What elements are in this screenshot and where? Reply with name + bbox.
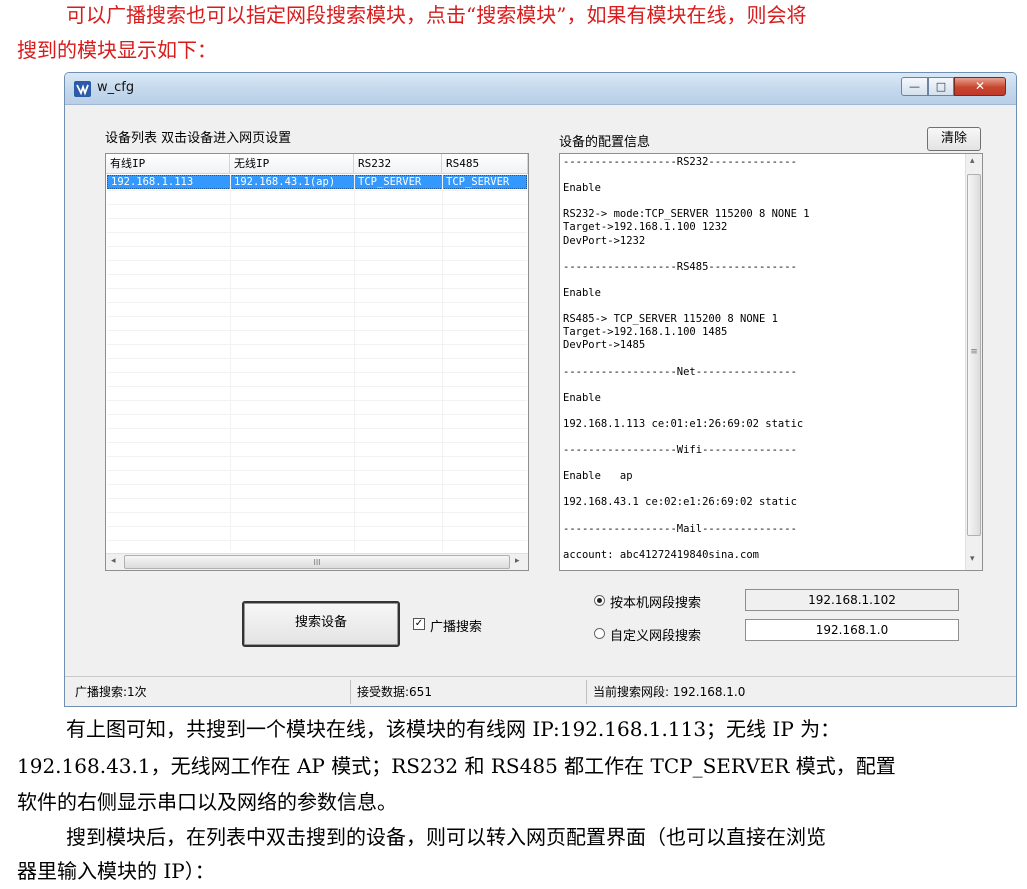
doc-para1-line-2: 192.168.43.1，无线网工作在 AP 模式；RS232 和 RS485 … [17,754,896,778]
list-gridline [107,414,527,415]
cell-wired-ip: 192.168.1.113 [108,176,231,189]
window-title: w_cfg [97,80,135,95]
list-gridline [107,288,527,289]
column-header-rs485[interactable]: RS485 [442,154,528,174]
vscroll-thumb[interactable]: ≡ [967,174,981,536]
status-current-segment: 当前搜索网段: 192.168.1.0 [593,685,746,699]
list-gridline [107,428,527,429]
doc-para2-line-2: 器里输入模块的 IP）： [17,859,215,883]
list-gridline [107,316,527,317]
config-info-text: ------------------RS232-------------- En… [563,156,810,561]
column-header-wired-ip[interactable]: 有线IP [106,154,230,174]
config-info-label: 设备的配置信息 [559,135,651,150]
custom-segment-input[interactable]: 192.168.1.0 [745,619,959,641]
radio-custom-segment[interactable] [594,628,605,639]
list-column-gridline [442,175,443,551]
list-gridline [107,358,527,359]
doc-intro-line-2: 搜到的模块显示如下： [17,38,217,62]
title-bar[interactable]: w_cfg — □ ✕ [65,73,1016,105]
list-gridline [107,302,527,303]
scroll-down-arrow-icon[interactable]: ▾ [970,554,975,564]
close-button[interactable]: ✕ [954,77,1006,96]
clear-button[interactable]: 清除 [927,127,981,151]
list-gridline [107,386,527,387]
scroll-up-arrow-icon[interactable]: ▴ [970,156,975,166]
cell-rs232: TCP_SERVER [355,176,443,189]
radio-local-segment-label[interactable]: 按本机网段搜索 [610,592,701,611]
app-icon [74,81,91,97]
list-gridline [107,274,527,275]
list-gridline [107,540,527,541]
list-gridline [107,442,527,443]
broadcast-checkbox[interactable]: ✓ [413,618,425,630]
minimize-button[interactable]: — [901,77,928,96]
device-list-header: 有线IP 无线IP RS232 RS485 [106,154,528,174]
list-gridline [107,484,527,485]
list-gridline [107,372,527,373]
status-bar: 广播搜索:1次 接受数据:651 当前搜索网段: 192.168.1.0 [65,676,1016,706]
device-list-hscrollbar[interactable]: ◂ III ▸ [106,553,528,570]
status-received-data: 接受数据:651 [353,680,587,704]
hscroll-thumb[interactable]: III [124,555,510,569]
broadcast-checkbox-label[interactable]: 广播搜索 [430,616,482,635]
list-gridline [107,400,527,401]
column-header-rs232[interactable]: RS232 [354,154,442,174]
cell-wireless-ip: 192.168.43.1(ap) [231,176,355,189]
list-column-gridline [230,175,231,551]
list-column-gridline [354,175,355,551]
device-list[interactable]: 有线IP 无线IP RS232 RS485 192.168.1.113 192.… [105,153,529,571]
radio-custom-segment-label[interactable]: 自定义网段搜索 [610,625,701,644]
cell-rs485: TCP_SERVER [446,176,510,188]
scroll-right-arrow-icon[interactable]: ▸ [515,556,520,566]
doc-para2-line-1: 搜到模块后，在列表中双击搜到的设备，则可以转入网页配置界面（也可以直接在浏览 [66,825,826,849]
column-header-wireless-ip[interactable]: 无线IP [230,154,354,174]
list-gridline [107,232,527,233]
list-gridline [107,470,527,471]
table-row[interactable]: 192.168.1.113 192.168.43.1(ap) TCP_SERVE… [107,175,527,189]
doc-para1-line-1: 有上图可知，共搜到一个模块在线，该模块的有线网 IP:192.168.1.113… [66,717,841,741]
config-info-textarea[interactable]: ------------------RS232-------------- En… [559,153,983,571]
list-gridline [107,526,527,527]
list-gridline [107,246,527,247]
scroll-left-arrow-icon[interactable]: ◂ [111,556,116,566]
list-gridline [107,330,527,331]
search-devices-button[interactable]: 搜索设备 [242,601,400,647]
list-gridline [107,260,527,261]
config-vscrollbar[interactable]: ▴ ≡ ▾ [965,154,982,570]
local-segment-field: 192.168.1.102 [745,589,959,611]
doc-para1-line-3: 软件的右侧显示串口以及网络的参数信息。 [17,790,397,814]
list-gridline [107,498,527,499]
list-gridline [107,204,527,205]
w-cfg-window: w_cfg — □ ✕ 设备列表 双击设备进入网页设置 有线IP 无线IP RS… [64,72,1017,707]
list-gridline [107,512,527,513]
device-list-label: 设备列表 双击设备进入网页设置 [105,131,292,146]
doc-intro-line-1: 可以广播搜索也可以指定网段搜索模块，点击“搜索模块”，如果有模块在线，则会将 [66,3,807,27]
radio-local-segment[interactable] [594,595,605,606]
maximize-button[interactable]: □ [928,77,954,96]
list-gridline [107,218,527,219]
list-gridline [107,456,527,457]
list-gridline [107,344,527,345]
list-gridline [107,190,527,191]
status-broadcast-count: 广播搜索:1次 [71,680,351,704]
